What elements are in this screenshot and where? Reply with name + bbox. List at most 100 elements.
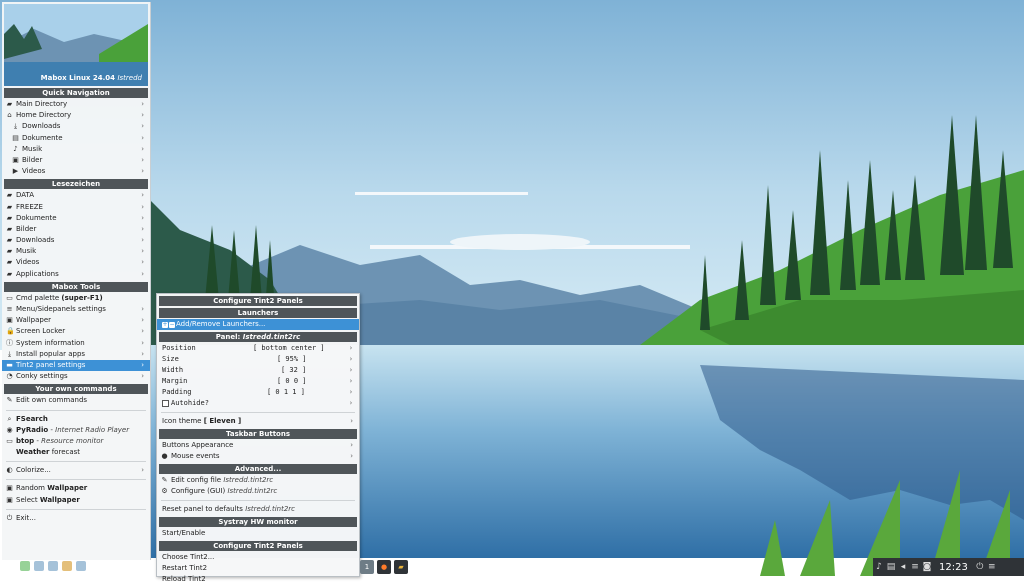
panel-size[interactable]: Size [ 95% ] › <box>157 354 359 365</box>
bookmark-downloads[interactable]: ▰ Downloads › <box>2 235 150 246</box>
menu-item-dokumente[interactable]: ▤ Dokumente › <box>2 133 150 144</box>
value: [ 0 1 1 ] <box>267 388 305 396</box>
menu-item-exit[interactable]: ⏻ Exit... <box>2 513 150 524</box>
menu-item-colorize[interactable]: ◐ Colorize... › <box>2 465 150 476</box>
launcher-icon[interactable] <box>34 561 44 571</box>
bookmark-data[interactable]: ▰ DATA › <box>2 190 150 201</box>
menu-item-btop[interactable]: ▭ btop - Resource monitor <box>2 436 150 447</box>
menu-item-select-wallpaper[interactable]: ▣ Select Wallpaper <box>2 495 150 506</box>
music-icon: ♪ <box>13 144 18 153</box>
edit-config-file[interactable]: ✎ Edit config file Istredd.tint2rc <box>157 475 359 486</box>
workspace-button[interactable]: 1 <box>360 560 374 574</box>
label: Downloads <box>16 236 55 245</box>
music-icon[interactable]: ♪ <box>873 562 885 572</box>
bookmark-freeze[interactable]: ▰ FREEZE › <box>2 202 150 213</box>
clipboard-icon[interactable]: ▤ <box>885 562 897 572</box>
add-remove-launchers[interactable]: + −Add/Remove Launchers... <box>157 319 359 330</box>
network-icon[interactable]: ≡ <box>909 562 921 572</box>
launcher-icon[interactable] <box>76 561 86 571</box>
chevron-right-icon: › <box>348 355 353 363</box>
label: Musik <box>22 144 43 153</box>
menu-item-screen-locker[interactable]: 🔒 Screen Locker › <box>2 326 150 337</box>
submenu-title: Configure Tint2 Panels <box>159 296 357 306</box>
menu-item-fsearch[interactable]: ⌕ FSearch <box>2 414 150 425</box>
root-menu: Mabox Linux 24.04 Istredd Quick Navigati… <box>2 2 151 560</box>
chevron-right-icon: › <box>141 349 144 358</box>
bookmark-applications[interactable]: ▰ Applications › <box>2 269 150 280</box>
camera-icon[interactable]: ◙ <box>921 562 933 572</box>
workspace-number: 1 <box>364 563 370 571</box>
chevron-right-icon: › <box>141 316 144 325</box>
menu-icon: ≡ <box>6 305 13 313</box>
mouse-events[interactable]: ● Mouse events › <box>157 451 359 462</box>
menu-item-bilder[interactable]: ▣ Bilder › <box>2 155 150 166</box>
icon-theme[interactable]: Icon theme [ Eleven ] › <box>157 416 359 427</box>
chevron-right-icon: › <box>141 155 144 164</box>
bookmark-dokumente[interactable]: ▰ Dokumente › <box>2 213 150 224</box>
menu-brand: Mabox Linux 24.04 Istredd <box>41 74 142 82</box>
panel-margin[interactable]: Margin [ 0 0 ] › <box>157 376 359 387</box>
power-icon[interactable]: ⏻ <box>974 562 986 572</box>
reset-panel-defaults[interactable]: Reset panel to defaults Istredd.tint2rc <box>157 504 359 515</box>
panel-position[interactable]: Position [ bottom center ] › <box>157 343 359 354</box>
firefox-icon[interactable]: ● <box>377 560 391 574</box>
divider <box>161 412 355 413</box>
value: [ 95% ] <box>277 355 307 363</box>
menu-item-install-apps[interactable]: ⤓ Install popular apps › <box>2 349 150 360</box>
label: Configure (GUI) <box>171 487 226 495</box>
label: Tint2 panel settings <box>16 360 86 369</box>
chevron-right-icon: › <box>141 167 144 176</box>
label: Add/Remove Launchers... <box>176 320 266 328</box>
menu-item-random-wallpaper[interactable]: ▣ Random Wallpaper <box>2 483 150 494</box>
launcher-icon[interactable] <box>62 561 72 571</box>
label: Bilder <box>16 224 37 233</box>
menu-item-pyradio[interactable]: ◉ PyRadio - Internet Radio Player <box>2 425 150 436</box>
label: Width <box>162 366 184 374</box>
bookmark-musik[interactable]: ▰ Musik › <box>2 246 150 257</box>
label: Bilder <box>22 155 43 164</box>
label: Size <box>162 355 179 363</box>
label: Reload Tint2 <box>162 575 206 583</box>
menu-item-wallpaper[interactable]: ▣ Wallpaper › <box>2 315 150 326</box>
label: Exit... <box>16 513 36 522</box>
panel-autohide[interactable]: Autohide? › <box>157 398 359 409</box>
menu-item-videos[interactable]: ▶ Videos › <box>2 166 150 177</box>
panel-padding[interactable]: Padding [ 0 1 1 ] › <box>157 387 359 398</box>
menu-item-tint2-panel-settings[interactable]: ▬ Tint2 panel settings › <box>2 359 150 372</box>
buttons-appearance[interactable]: Buttons Appearance › <box>157 440 359 451</box>
checkbox[interactable] <box>162 399 169 407</box>
bookmark-bilder[interactable]: ▰ Bilder › <box>2 224 150 235</box>
launcher-icon[interactable] <box>48 561 58 571</box>
menu-item-conky-settings[interactable]: ◔ Conky settings › <box>2 371 150 382</box>
menu-icon[interactable]: ≡ <box>986 562 998 572</box>
start-enable[interactable]: Start/Enable <box>157 528 359 539</box>
menu-item-system-information[interactable]: ⓘ System information › <box>2 338 150 349</box>
folder-icon: ▰ <box>6 236 13 245</box>
menu-item-cmd-palette[interactable]: ▭ Cmd palette (super-F1) <box>2 293 150 304</box>
launcher-icon[interactable] <box>20 561 30 571</box>
label: PyRadio <box>16 425 49 434</box>
menu-item-musik[interactable]: ♪ Musik › <box>2 144 150 155</box>
menu-item-downloads[interactable]: ⤓ Downloads › <box>2 121 150 132</box>
panel-width[interactable]: Width [ 32 ] › <box>157 365 359 376</box>
folder-icon[interactable]: ▰ <box>394 560 408 574</box>
bookmark-videos[interactable]: ▰ Videos › <box>2 257 150 268</box>
configure-gui[interactable]: ⚙ Configure (GUI) Istredd.tint2rc <box>157 486 359 497</box>
volume-icon[interactable]: ◂ <box>897 562 909 572</box>
chevron-right-icon: › <box>141 258 144 267</box>
label: Musik <box>16 247 37 256</box>
clock[interactable]: 12:23 <box>939 562 968 573</box>
section-configure-tint2: Configure Tint2 Panels <box>159 541 357 551</box>
menu-item-menu-settings[interactable]: ≡ Menu/Sidepanels settings › <box>2 304 150 315</box>
section-launchers: Launchers <box>159 308 357 318</box>
label: Icon theme <box>162 417 202 425</box>
menu-item-weather[interactable]: Weather forecast <box>2 447 150 458</box>
menu-item-edit-own-commands[interactable]: ✎ Edit own commands <box>2 395 150 406</box>
chevron-right-icon: › <box>141 122 144 131</box>
menu-item-home-directory[interactable]: ⌂ Home Directory › <box>2 110 150 121</box>
description: - Internet Radio Player <box>50 425 130 434</box>
divider <box>6 409 146 411</box>
section-taskbar-buttons: Taskbar Buttons <box>159 429 357 439</box>
palette-icon: ◐ <box>6 466 13 475</box>
menu-item-main-directory[interactable]: ▰ Main Directory › <box>2 99 150 110</box>
